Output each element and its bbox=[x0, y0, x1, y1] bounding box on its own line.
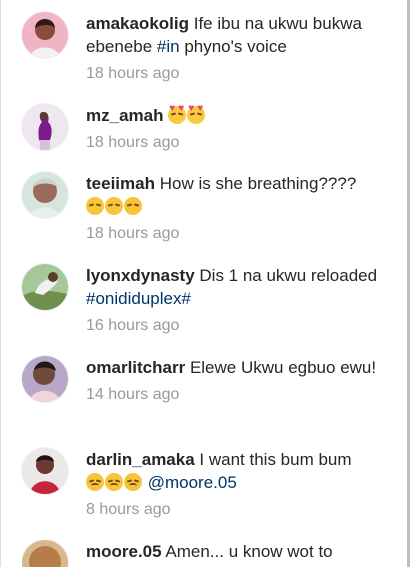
comment-body-text: I want this bum bum bbox=[199, 450, 352, 469]
comment-text: teeiimah How is she breathing???? bbox=[86, 172, 386, 218]
comment-text: omarlitcharr Elewe Ukwu egbuo ewu! bbox=[86, 356, 386, 379]
comment-time: 18 hours ago bbox=[86, 225, 180, 242]
comment-item: moore.05 Amen... u know wot to bbox=[22, 540, 392, 567]
profile-photo-icon bbox=[22, 448, 68, 494]
comment-content: moore.05 Amen... u know wot to bbox=[86, 540, 386, 563]
profile-photo-icon bbox=[22, 264, 68, 310]
comment-content: amakaokolig Ife ibu na ukwu bukwa ebeneb… bbox=[86, 12, 386, 84]
profile-photo-icon bbox=[22, 12, 68, 58]
profile-photo-icon bbox=[22, 356, 68, 402]
comment-content: teeiimah How is she breathing???? 18 hou… bbox=[86, 172, 386, 244]
avatar[interactable] bbox=[22, 448, 68, 494]
profile-photo-icon bbox=[22, 104, 68, 150]
comment-content: darlin_amaka I want this bum bum @moore.… bbox=[86, 448, 386, 520]
heart-eyes-face-icon: ♥ ♥ bbox=[168, 104, 187, 124]
username-link[interactable]: teeiimah bbox=[86, 174, 155, 193]
comment-text: lyonxdynasty Dis 1 na ukwu reloaded #oni… bbox=[86, 264, 386, 310]
comment-content: lyonxdynasty Dis 1 na ukwu reloaded #oni… bbox=[86, 264, 386, 336]
sad-face-icon bbox=[86, 473, 104, 491]
username-link[interactable]: darlin_amaka bbox=[86, 450, 195, 469]
comment-time: 18 hours ago bbox=[86, 134, 180, 151]
hashtag-link[interactable]: #in bbox=[157, 37, 180, 56]
comment-text: amakaokolig Ife ibu na ukwu bukwa ebeneb… bbox=[86, 12, 386, 58]
comment-body-text: How is she breathing???? bbox=[159, 174, 357, 193]
avatar[interactable] bbox=[22, 264, 68, 310]
username-link[interactable]: amakaokolig bbox=[86, 14, 189, 33]
comment-body-text: Elewe Ukwu egbuo ewu! bbox=[189, 358, 377, 377]
username-link[interactable]: lyonxdynasty bbox=[86, 266, 195, 285]
grinning-squint-face-icon bbox=[86, 197, 104, 215]
comment-content: omarlitcharr Elewe Ukwu egbuo ewu! 14 ho… bbox=[86, 356, 386, 405]
comment-text: moore.05 Amen... u know wot to bbox=[86, 540, 386, 563]
comments-screen: amakaokolig Ife ibu na ukwu bukwa ebeneb… bbox=[0, 0, 410, 567]
comment-text: darlin_amaka I want this bum bum @moore.… bbox=[86, 448, 386, 494]
avatar[interactable] bbox=[22, 356, 68, 402]
mention-link[interactable]: @moore.05 bbox=[148, 473, 237, 492]
heart-eyes-face-icon: ♥ ♥ bbox=[187, 104, 206, 124]
avatar[interactable] bbox=[22, 540, 68, 567]
username-link[interactable]: moore.05 bbox=[86, 542, 162, 561]
comment-body-text: Amen... u know wot to bbox=[165, 542, 333, 561]
left-border bbox=[0, 0, 1, 567]
grinning-squint-face-icon bbox=[105, 197, 123, 215]
comment-time: 8 hours ago bbox=[86, 501, 171, 518]
comment-text: mz_amah ♥ ♥ ♥ ♥ bbox=[86, 104, 386, 127]
comment-body-text: Dis 1 na ukwu reloaded bbox=[199, 266, 378, 285]
sad-face-icon bbox=[105, 473, 123, 491]
avatar[interactable] bbox=[22, 172, 68, 218]
avatar[interactable] bbox=[22, 12, 68, 58]
profile-photo-icon bbox=[22, 540, 68, 567]
sad-face-icon bbox=[124, 473, 142, 491]
grinning-squint-face-icon bbox=[124, 197, 142, 215]
comment-time: 16 hours ago bbox=[86, 317, 180, 334]
username-link[interactable]: omarlitcharr bbox=[86, 358, 185, 377]
comment-time: 14 hours ago bbox=[86, 386, 180, 403]
avatar[interactable] bbox=[22, 104, 68, 150]
username-link[interactable]: mz_amah bbox=[86, 106, 163, 125]
comment-content: mz_amah ♥ ♥ ♥ ♥ 18 hours ago bbox=[86, 104, 386, 153]
profile-photo-icon bbox=[22, 172, 68, 218]
hashtag-link[interactable]: #onididuplex# bbox=[86, 289, 191, 308]
comment-body-text: phyno's voice bbox=[179, 37, 287, 56]
comment-time: 18 hours ago bbox=[86, 65, 180, 82]
